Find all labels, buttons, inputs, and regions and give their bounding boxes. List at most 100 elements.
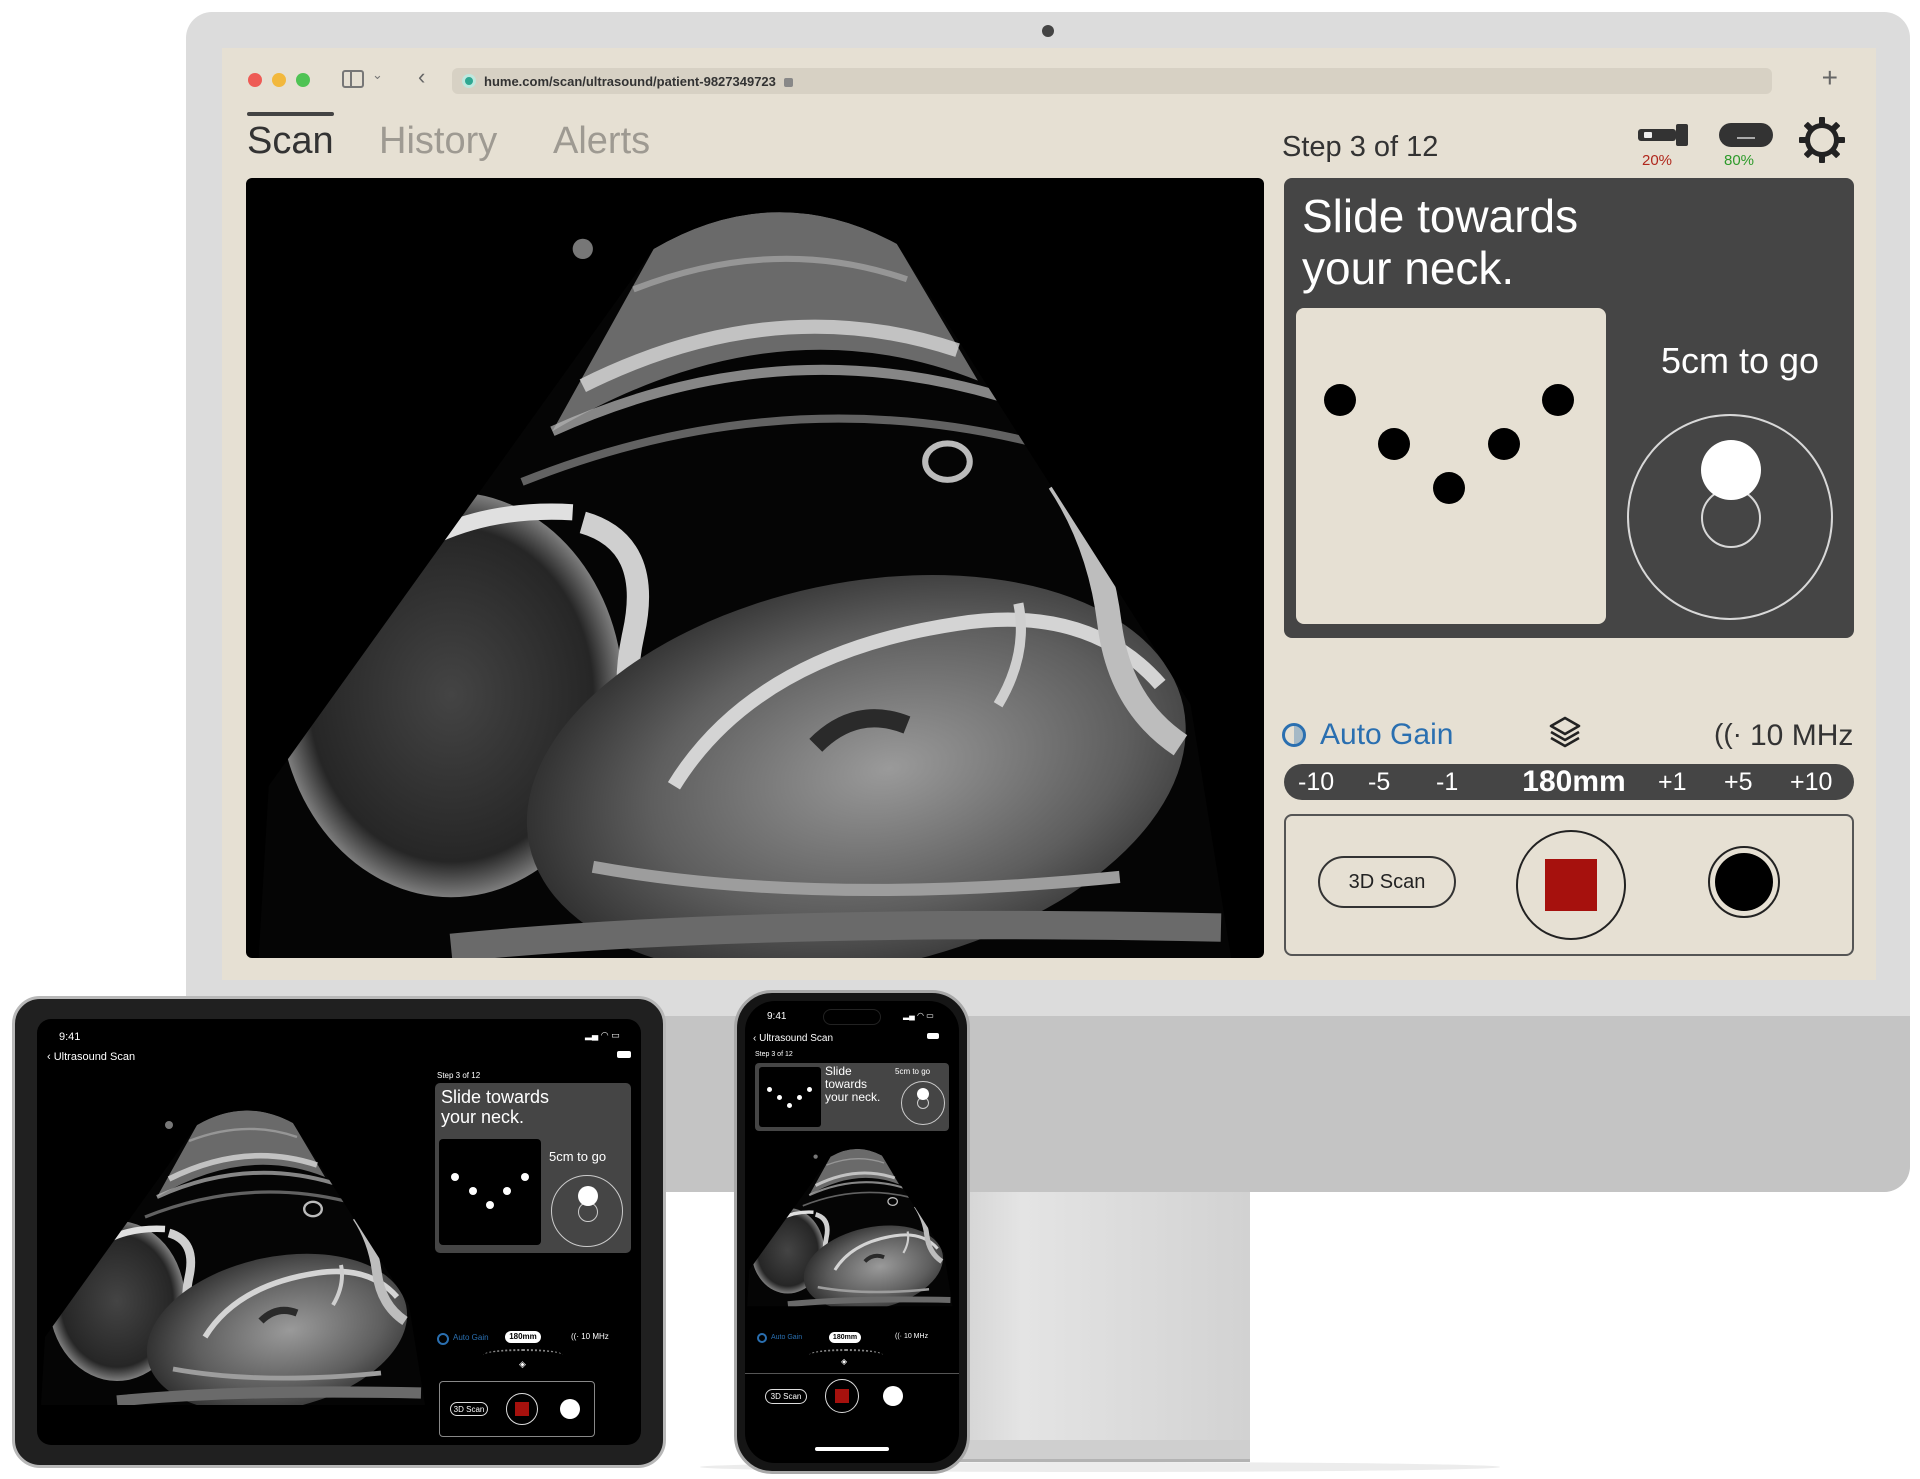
tab-alerts[interactable]: Alerts — [553, 120, 650, 163]
tab-history[interactable]: History — [379, 120, 497, 163]
depth-value: 180mm — [1522, 765, 1626, 798]
ipad-stop-recording-button[interactable] — [506, 1393, 538, 1425]
ipad-device: 9:41 ▂▄ ◠ ▭ ‹ Ultrasound Scan Step 3 of … — [12, 996, 666, 1468]
layers-icon[interactable] — [1548, 715, 1582, 749]
pattern-dot — [1378, 428, 1410, 460]
site-favicon-icon — [462, 74, 476, 88]
iphone-time: 9:41 — [767, 1011, 787, 1022]
iphone-probe-icon — [927, 1033, 939, 1039]
distance-remaining: 5cm to go — [1660, 340, 1820, 381]
iphone-back-button[interactable]: ‹ Ultrasound Scan — [753, 1033, 833, 1044]
ipad-screen: 9:41 ▂▄ ◠ ▭ ‹ Ultrasound Scan Step 3 of … — [37, 1019, 641, 1445]
step-indicator: Step 3 of 12 — [1282, 131, 1439, 163]
ultrasound-fetus-image — [246, 178, 1264, 958]
iphone-divider — [745, 1373, 959, 1374]
iphone-stop-recording-button[interactable] — [825, 1379, 859, 1413]
stop-recording-button[interactable] — [1516, 830, 1626, 940]
iphone-frequency[interactable]: ((· 10 MHz — [895, 1333, 928, 1340]
ipad-frequency[interactable]: ((· 10 MHz — [571, 1332, 609, 1341]
depth-tick[interactable]: -1 — [1436, 768, 1458, 797]
lock-icon — [783, 77, 793, 87]
pattern-dot — [1433, 472, 1465, 504]
address-bar[interactable]: hume.com/scan/ultrasound/patient-9827349… — [452, 68, 1772, 94]
iphone-device: 9:41 ▂▄ ◠ ▭ ‹ Ultrasound Scan Step 3 of … — [734, 990, 970, 1474]
desktop-app-screen: ⌄ ‹ hume.com/scan/ultrasound/patient-982… — [222, 48, 1876, 980]
home-indicator[interactable] — [815, 1447, 889, 1451]
back-arrow-icon[interactable]: ‹ — [418, 64, 425, 90]
ipad-back-label: Ultrasound Scan — [53, 1051, 136, 1063]
ipad-layers-icon[interactable]: ◈ — [519, 1359, 526, 1370]
device-battery-icon — [1719, 123, 1773, 147]
iphone-depth-value[interactable]: 180mm — [829, 1332, 861, 1343]
ipad-depth-value[interactable]: 180mm — [505, 1331, 541, 1343]
iphone-3d-scan-button[interactable]: 3D Scan — [765, 1389, 807, 1404]
frequency-value[interactable]: 10 MHz — [1750, 719, 1853, 753]
iphone-auto-gain[interactable]: Auto Gain — [771, 1334, 802, 1341]
ipad-auto-gain[interactable]: Auto Gain — [453, 1333, 489, 1342]
ipad-time: 9:41 — [59, 1031, 81, 1043]
iphone-position-target — [901, 1081, 945, 1125]
ipad-guidance-instruction: Slide towards your neck. — [441, 1087, 550, 1127]
iphone-capture-button[interactable] — [883, 1386, 903, 1406]
iphone-screen: 9:41 ▂▄ ◠ ▭ ‹ Ultrasound Scan Step 3 of … — [745, 1001, 959, 1463]
iphone-guidance-instruction: Slide towards your neck. — [825, 1064, 881, 1104]
iphone-ultrasound-image[interactable] — [745, 1139, 959, 1319]
ipad-distance: 5cm to go — [549, 1149, 607, 1164]
ipad-status-icons: ▂▄ ◠ ▭ — [585, 1030, 620, 1040]
depth-tick[interactable]: +1 — [1658, 768, 1687, 797]
depth-tick[interactable]: +5 — [1724, 768, 1753, 797]
iphone-step: Step 3 of 12 — [755, 1051, 793, 1058]
iphone-guidance-panel: Slide towards your neck. 5cm to go — [755, 1063, 949, 1131]
url-text: hume.com/scan/ultrasound/patient-9827349… — [484, 73, 776, 89]
guidance-instruction: Slide towards your neck. — [1302, 190, 1579, 294]
depth-tick[interactable]: -5 — [1368, 768, 1390, 797]
auto-gain-toggle[interactable]: Auto Gain — [1320, 718, 1453, 752]
iphone-frequency-label: 10 MHz — [903, 1333, 929, 1340]
ipad-pattern-box — [439, 1139, 541, 1245]
device-battery-percent: 80% — [1724, 152, 1755, 169]
ipad-ultrasound-image[interactable] — [37, 1091, 457, 1445]
probe-flashlight-icon — [1638, 124, 1690, 146]
browser-toolbar: ⌄ ‹ hume.com/scan/ultrasound/patient-982… — [222, 48, 1876, 110]
ipad-back-button[interactable]: ‹ Ultrasound Scan — [47, 1051, 135, 1063]
capture-button[interactable] — [1708, 846, 1780, 918]
3d-scan-button[interactable]: 3D Scan — [1318, 856, 1456, 908]
iphone-status-icons: ▂▄ ◠ ▭ — [903, 1011, 934, 1020]
guidance-panel: Slide towards your neck. 5cm to go — [1284, 178, 1854, 638]
ipad-position-target — [551, 1175, 623, 1247]
minimize-window-button[interactable] — [272, 73, 286, 87]
ipad-auto-gain-icon[interactable] — [437, 1333, 449, 1345]
probe-pattern-box — [1296, 308, 1606, 624]
ipad-capture-button[interactable] — [560, 1399, 580, 1419]
tab-scan[interactable]: Scan — [247, 112, 334, 163]
iphone-pattern-box — [759, 1067, 821, 1127]
iphone-layers-icon[interactable]: ◈ — [841, 1357, 847, 1366]
sidebar-toggle-icon[interactable] — [342, 70, 364, 88]
depth-slider[interactable]: -10 -5 -1 180mm +1 +5 +10 — [1284, 764, 1854, 800]
gear-icon[interactable] — [1798, 116, 1846, 164]
pattern-dot — [1542, 384, 1574, 416]
zoom-window-button[interactable] — [296, 73, 310, 87]
close-window-button[interactable] — [248, 73, 262, 87]
ipad-3d-scan-button[interactable]: 3D Scan — [450, 1402, 488, 1416]
ipad-probe-icon — [617, 1051, 631, 1058]
position-target — [1627, 414, 1833, 620]
auto-gain-icon[interactable] — [1282, 723, 1306, 747]
probe-battery-percent: 20% — [1642, 152, 1673, 169]
ipad-guidance-panel: Slide towards your neck. 5cm to go — [435, 1083, 631, 1253]
frequency-wave-icon: ((· — [1714, 718, 1742, 749]
chevron-down-icon[interactable]: ⌄ — [372, 67, 383, 83]
iphone-back-label: Ultrasound Scan — [759, 1033, 834, 1044]
ipad-capture-controls: 3D Scan — [439, 1381, 595, 1437]
dynamic-island — [823, 1009, 881, 1025]
depth-tick[interactable]: +10 — [1790, 768, 1832, 797]
iphone-auto-gain-icon[interactable] — [757, 1333, 767, 1343]
pattern-dot — [1324, 384, 1356, 416]
ultrasound-image[interactable] — [246, 178, 1264, 958]
depth-tick[interactable]: -10 — [1298, 768, 1334, 797]
iphone-distance: 5cm to go — [895, 1067, 931, 1076]
pattern-dot — [1488, 428, 1520, 460]
camera-icon — [1042, 25, 1054, 37]
ipad-step: Step 3 of 12 — [437, 1071, 481, 1080]
new-tab-button[interactable]: + — [1822, 62, 1838, 94]
